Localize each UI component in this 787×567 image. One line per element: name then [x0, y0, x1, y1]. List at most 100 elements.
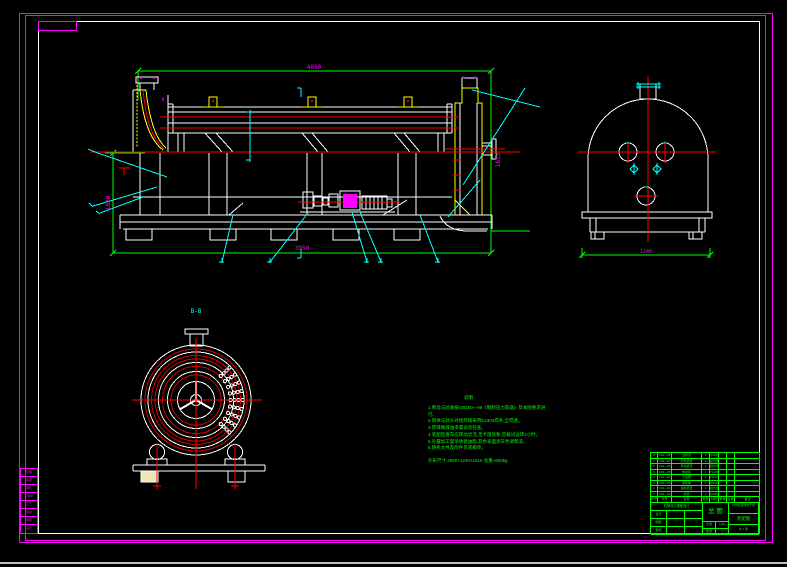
section-view-label: B-B	[191, 308, 202, 315]
bom-cell: ZG310—570	[710, 475, 719, 480]
motor-block	[343, 194, 357, 208]
bom-cell	[719, 459, 727, 464]
bom-cell	[719, 475, 727, 480]
bom-cell	[735, 486, 759, 491]
field-label: 制图	[651, 519, 667, 527]
bom-cell: C04—03	[658, 481, 672, 486]
bom-header-cell: 序号	[651, 497, 658, 502]
bom-cell: Y132M—4	[710, 470, 719, 475]
window-bottom-edge	[0, 562, 787, 564]
bom-cell: C04—02	[658, 486, 672, 491]
dim-end-width: 1240	[640, 249, 652, 255]
notes-title: 说明	[464, 395, 548, 402]
bom-cell: 7	[651, 459, 658, 464]
bom-cell	[727, 470, 735, 475]
bom-cell	[735, 481, 759, 486]
end-view-cyan-marks	[625, 82, 668, 187]
bom-cell: 1	[702, 481, 710, 486]
note-item: 1.制造与验收按GB150—98《钢制压力容器》及本图要求进行。	[428, 405, 548, 419]
bom-cell	[727, 453, 735, 458]
binding-row: 标准化	[21, 493, 37, 501]
bom-cell	[735, 470, 759, 475]
binding-row: 制图	[21, 517, 37, 525]
bom-cell	[735, 475, 759, 480]
dimension-texts: 4850 3950 1020 1615 Ø	[105, 64, 502, 252]
bom-cell	[719, 481, 727, 486]
binding-row: 校对	[21, 509, 37, 517]
bom-cell	[719, 486, 727, 491]
bom-cell: 1	[702, 470, 710, 475]
bom-header-cell: 材料	[710, 497, 719, 502]
bom-cell: 出料罩	[672, 453, 702, 458]
bom-cell	[735, 492, 759, 497]
bom-cell	[727, 464, 735, 469]
organization: 机械设计课程设计	[651, 503, 703, 511]
binding-row: 工艺	[21, 501, 37, 509]
bom-cell: 机架	[672, 492, 702, 497]
bom-cell: 1	[702, 492, 710, 497]
bom-cell: 1	[702, 475, 710, 480]
bom-cell: 组合件	[710, 464, 719, 469]
bom-cell: 6	[651, 464, 658, 469]
bom-cell: 2	[651, 486, 658, 491]
note-item: 4.装配后盘车应转动灵活,无卡阻现象,空载试运转2小时。	[428, 432, 548, 439]
bom-cell: 大齿圈	[672, 475, 702, 480]
leader-lines	[88, 88, 540, 263]
bom-cell: 4	[651, 475, 658, 480]
end-view-centerlines	[578, 76, 716, 242]
cad-drawing-screenshot: 4850 3950 1020 1615 Ø 1240 B-B	[0, 0, 787, 567]
title-block-lower: 机械设计课程设计 设计 制图 审核 总 图 比例 1:20 数量 1 C04型滚…	[651, 503, 759, 535]
bom-header-cell: 总重	[727, 497, 735, 502]
bom-header-cell: 单重	[719, 497, 727, 502]
binding-edge-table: 批准 审定 审核 标准化 工艺 校对 制图 设计	[20, 468, 38, 534]
bom-cell: 传动装置	[672, 464, 702, 469]
end-view-body	[582, 84, 712, 239]
note-item: 3.焊缝做煤油渗漏试验检查。	[428, 425, 548, 432]
bom-cell	[727, 481, 735, 486]
binding-row: 审定	[21, 477, 37, 485]
bom-cell	[727, 459, 735, 464]
main-elevation-view: 4850 3950 1020 1615 Ø	[88, 64, 540, 263]
bom-cell: 1	[651, 492, 658, 497]
qty-label: 数量	[703, 529, 716, 536]
dim-overall-length: 4850	[307, 64, 322, 71]
bom-header-cell: 数量	[702, 497, 710, 502]
binding-row: 设计	[21, 525, 37, 533]
bom-cell: Q235—A	[710, 492, 719, 497]
bom-cell: C04—01	[658, 492, 672, 497]
bom-cell: C04—07	[658, 459, 672, 464]
bom-cell	[719, 492, 727, 497]
bom-cell: 8	[651, 453, 658, 458]
bom-cell	[719, 453, 727, 458]
bom-cell	[727, 492, 735, 497]
dim-inlet-height: 1020	[105, 195, 112, 210]
qty-value: 1	[716, 529, 729, 536]
bom-cell: 组合件	[710, 459, 719, 464]
title-block: 8C04—08出料罩1Q235—A7C04—07托轮装置2组合件6C04—06传…	[650, 452, 760, 534]
bom-cell: C04—06	[658, 464, 672, 469]
dimension-lines	[105, 68, 530, 256]
bom-cell: Q235—A	[710, 481, 719, 486]
support-pad	[141, 471, 158, 482]
bom-cell: Q235—A	[710, 453, 719, 458]
field-label: 审核	[651, 527, 667, 535]
bom-header-cell: 名称	[672, 497, 702, 502]
technical-notes: 说明 1.制造与验收按GB150—98《钢制压力容器》及本图要求进行。 2.筒体…	[428, 395, 548, 465]
end-view: 1240	[578, 76, 716, 258]
dim-nozzle: Ø	[162, 97, 165, 102]
notes-footer: 外形尺寸:4850×1240×1615 总重≈800kg	[428, 458, 548, 465]
bom-cell: 滚筒体	[672, 481, 702, 486]
drawing-name: 总 图	[703, 503, 729, 522]
dim-outlet-height: 1615	[495, 152, 502, 167]
bom-cell: 5	[651, 470, 658, 475]
frame-corner-notch	[39, 22, 77, 31]
bom-cell: 2	[702, 459, 710, 464]
bom-cell	[719, 464, 727, 469]
product-name: C04型滚筒烘干机	[729, 503, 759, 514]
bom-cell	[727, 475, 735, 480]
note-item: 6.随机文件及附件见装箱单。	[428, 445, 548, 452]
note-item: 2.筒体与封头对接焊缝采用E4303焊条,全焊透。	[428, 418, 548, 425]
bom-cell	[735, 453, 759, 458]
bom-cell: 3	[651, 481, 658, 486]
field-label: 设计	[651, 511, 667, 519]
